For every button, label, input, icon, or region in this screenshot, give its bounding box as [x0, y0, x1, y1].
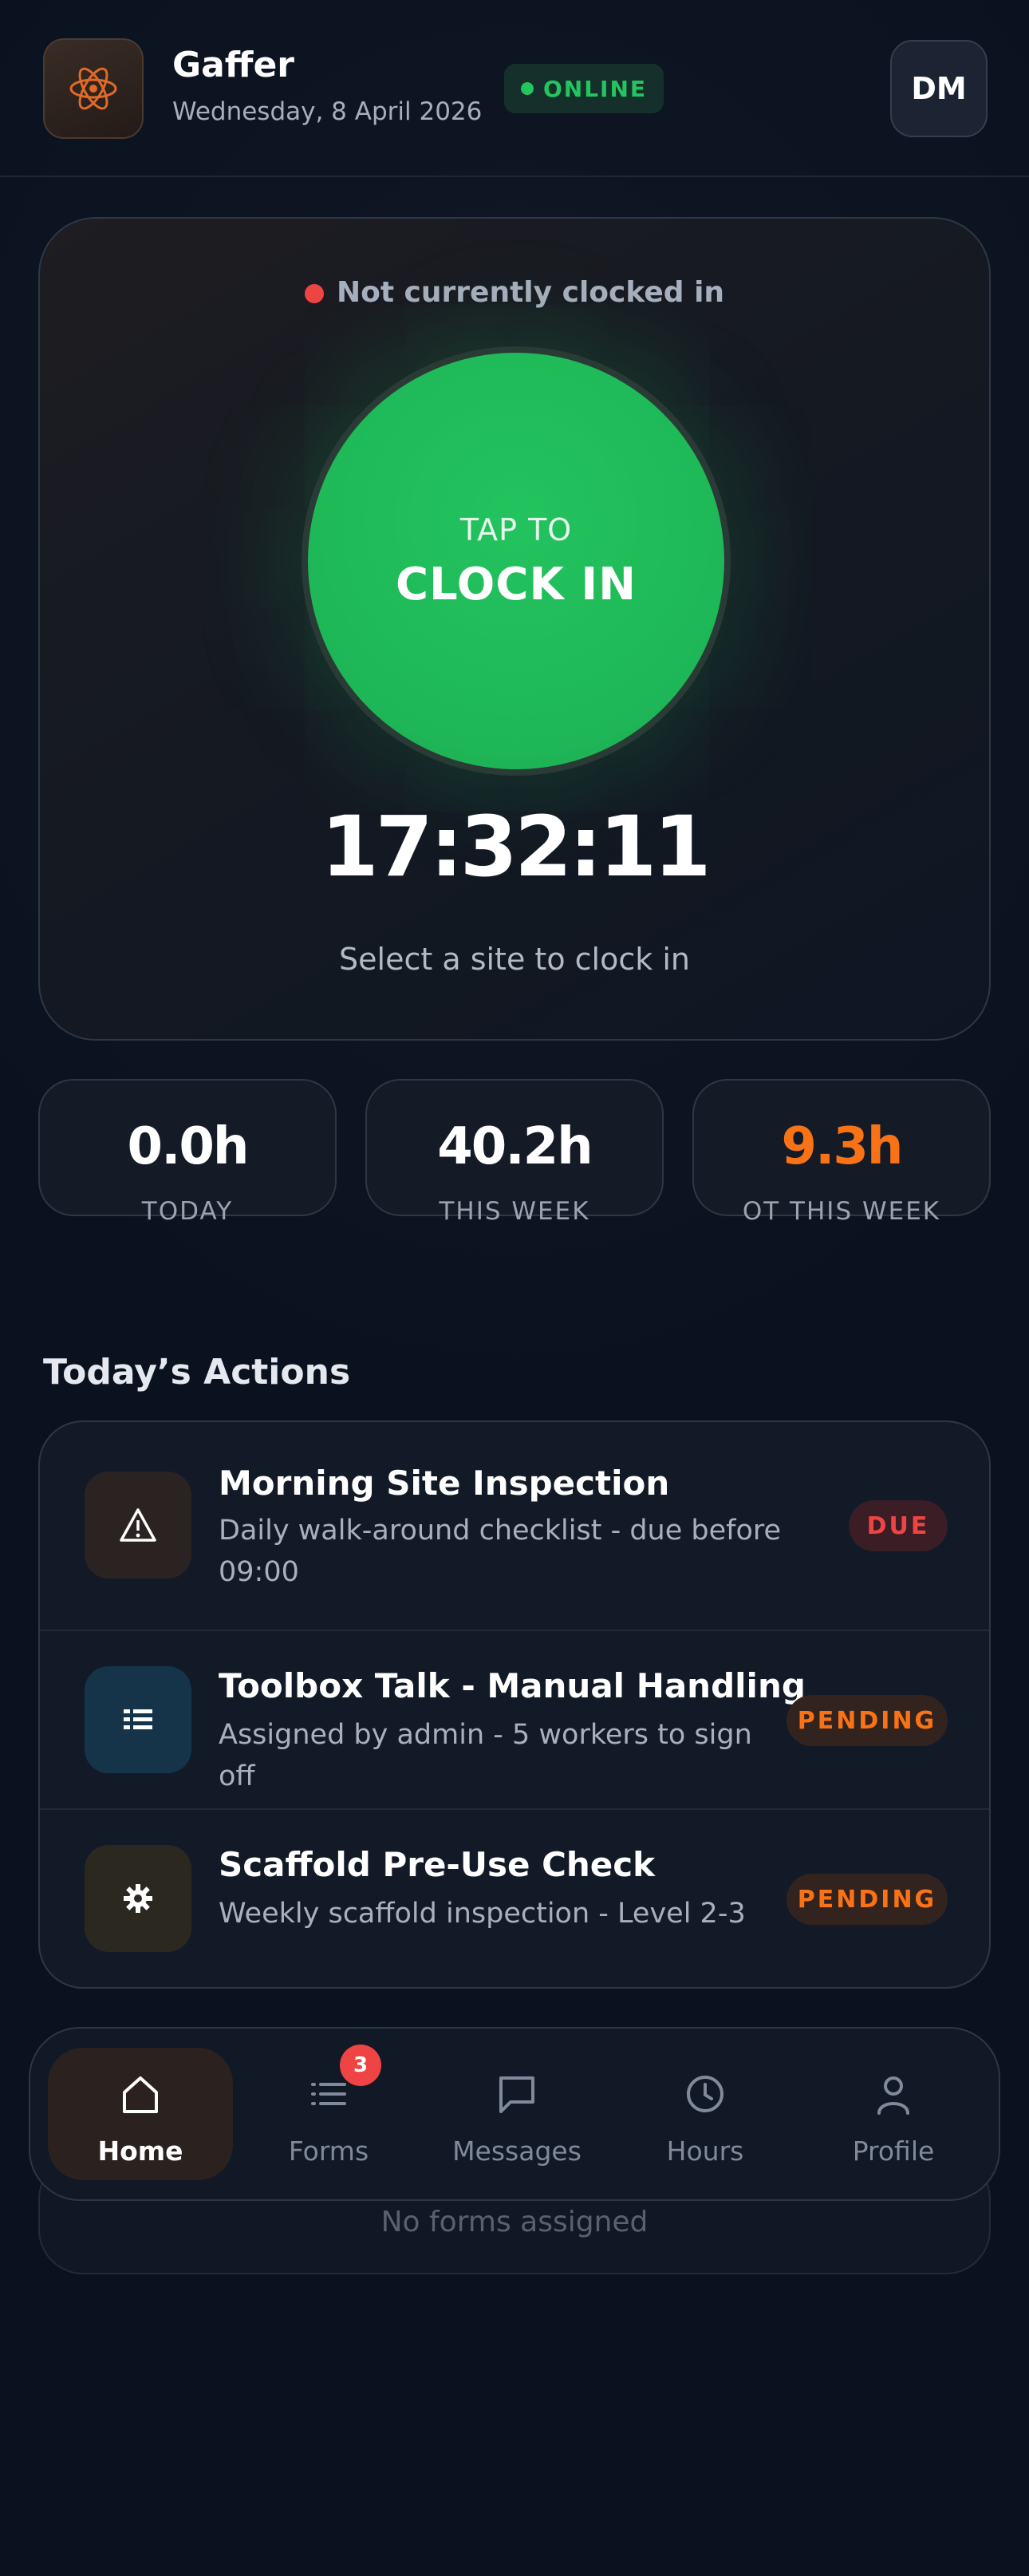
status-badge: PENDING: [787, 1874, 948, 1925]
stat-value: 9.3h: [781, 1117, 904, 1176]
actions-list: Morning Site Inspection Daily walk-aroun…: [38, 1420, 991, 1989]
nav-item-hours[interactable]: Hours: [613, 2048, 798, 2180]
status-badge: PENDING: [787, 1695, 948, 1746]
stat-label: OT THIS WEEK: [742, 1197, 941, 1226]
action-subtitle: Weekly scaffold inspection - Level 2-3: [219, 1898, 746, 1930]
action-item-toolbox-talk[interactable]: Toolbox Talk - Manual Handling Assigned …: [40, 1630, 989, 1808]
stat-value: 40.2h: [437, 1117, 593, 1176]
app-header: Gaffer Wednesday, 8 April 2026 ONLINE DM: [0, 0, 1029, 177]
current-date: Wednesday, 8 April 2026: [172, 97, 483, 126]
action-title: Morning Site Inspection: [219, 1464, 670, 1503]
atom-icon: [69, 67, 117, 110]
todays-actions-heading: Today’s Actions: [43, 1352, 351, 1393]
app-title: Gaffer: [172, 45, 294, 85]
app-logo: [43, 38, 144, 139]
nav-item-messages[interactable]: Messages: [424, 2048, 609, 2180]
checklist-icon: [85, 1666, 191, 1773]
nav-label: Hours: [666, 2135, 744, 2167]
action-subtitle: Daily walk-around checklist - due before…: [219, 1515, 782, 1588]
action-title: Toolbox Talk - Manual Handling: [219, 1666, 806, 1705]
clock-in-label: CLOCK IN: [395, 558, 637, 610]
clock-in-tap-label: TAP TO: [459, 512, 573, 547]
stat-value: 0.0h: [127, 1117, 250, 1176]
nav-item-forms[interactable]: 3 Forms: [236, 2045, 421, 2180]
online-status-label: ONLINE: [542, 75, 648, 102]
nav-label: Home: [97, 2135, 183, 2167]
user-avatar-button[interactable]: DM: [890, 40, 988, 137]
nav-label: Messages: [452, 2135, 582, 2167]
stat-label: THIS WEEK: [439, 1197, 590, 1226]
action-item-morning-inspection[interactable]: Morning Site Inspection Daily walk-aroun…: [40, 1422, 989, 1630]
bottom-nav: Home 3 Forms Messages Hours Profile: [29, 2027, 1000, 2201]
stat-ot-this-week: 9.3h OT THIS WEEK: [692, 1079, 991, 1226]
clock-icon: [687, 2076, 723, 2112]
gear-icon: [85, 1845, 191, 1952]
action-item-scaffold-check[interactable]: Scaffold Pre-Use Check Weekly scaffold i…: [40, 1808, 989, 1987]
stat-label: TODAY: [141, 1197, 234, 1226]
current-time: 17:32:11: [321, 798, 711, 895]
forms-count-badge: 3: [340, 2045, 381, 2086]
nav-item-home[interactable]: Home: [48, 2048, 233, 2180]
warning-icon: [85, 1472, 191, 1578]
site-hint: Select a site to clock in: [339, 942, 690, 977]
nav-label: Forms: [288, 2135, 369, 2167]
clock-in-button[interactable]: TAP TO CLOCK IN: [308, 353, 724, 769]
clock-status: Not currently clocked in: [40, 276, 989, 309]
status-dot-icon: [304, 284, 324, 303]
clock-card: Not currently clocked in TAP TO CLOCK IN…: [38, 217, 991, 1041]
action-subtitle: Assigned by admin - 5 workers to sign of…: [219, 1719, 752, 1792]
stat-this-week: 40.2h THIS WEEK: [365, 1079, 664, 1226]
stat-today: 0.0h TODAY: [38, 1079, 337, 1226]
online-status-badge: ONLINE: [504, 64, 664, 113]
forms-empty-text: No forms assigned: [380, 2206, 649, 2238]
online-dot-icon: [520, 82, 534, 95]
home-icon: [123, 2076, 158, 2113]
nav-label: Profile: [852, 2135, 935, 2167]
user-icon: [877, 2076, 909, 2115]
message-icon: [499, 2076, 534, 2113]
clock-status-text: Not currently clocked in: [336, 276, 725, 309]
action-title: Scaffold Pre-Use Check: [219, 1845, 656, 1884]
nav-item-profile[interactable]: Profile: [801, 2048, 986, 2180]
status-badge: DUE: [849, 1500, 948, 1551]
